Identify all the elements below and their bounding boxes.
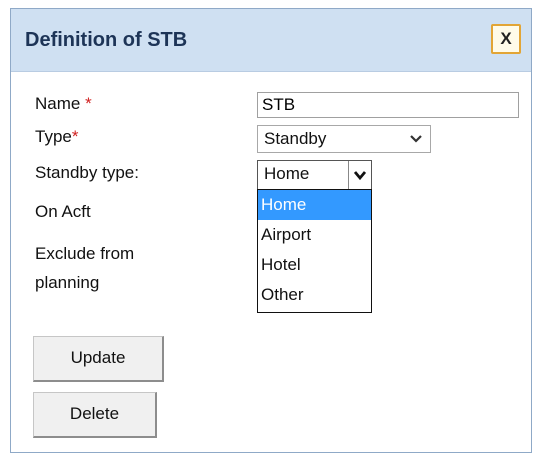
on-acft-label: On Acft	[35, 202, 91, 221]
name-label-text: Name	[35, 94, 81, 113]
standby-type-dropdown-toggle[interactable]	[348, 161, 371, 189]
standby-type-select[interactable]: Home	[257, 160, 372, 190]
dialog-content: Name * Type* Standby Standby type: Home	[11, 72, 531, 452]
type-select-value: Standby	[264, 129, 327, 148]
chevron-down-icon	[353, 171, 367, 181]
name-required-marker: *	[85, 94, 92, 113]
definition-dialog: Definition of STB X Name * Type* Standby…	[10, 8, 532, 453]
standby-type-label: Standby type:	[35, 163, 139, 182]
standby-option-airport[interactable]: Airport	[258, 220, 371, 250]
type-label: Type*	[35, 127, 78, 147]
exclude-label-line1: Exclude from	[35, 244, 135, 263]
dialog-title: Definition of STB	[25, 29, 188, 51]
exclude-label-line2: planning	[35, 273, 100, 292]
standby-type-select-value: Home	[264, 164, 310, 183]
standby-option-home[interactable]: Home	[258, 190, 371, 220]
standby-option-other[interactable]: Other	[258, 280, 371, 310]
chevron-down-icon	[410, 135, 422, 143]
type-required-marker: *	[71, 127, 79, 146]
name-input[interactable]	[257, 92, 519, 118]
update-button[interactable]: Update	[33, 336, 164, 382]
delete-button[interactable]: Delete	[33, 392, 157, 438]
name-label: Name *	[35, 94, 92, 114]
type-label-text: Type	[35, 127, 72, 146]
dialog-title-bar: Definition of STB X	[11, 9, 531, 72]
close-button[interactable]: X	[491, 24, 521, 54]
type-select[interactable]: Standby	[257, 125, 431, 153]
standby-type-dropdown-list: Home Airport Hotel Other	[257, 189, 372, 313]
standby-option-hotel[interactable]: Hotel	[258, 250, 371, 280]
